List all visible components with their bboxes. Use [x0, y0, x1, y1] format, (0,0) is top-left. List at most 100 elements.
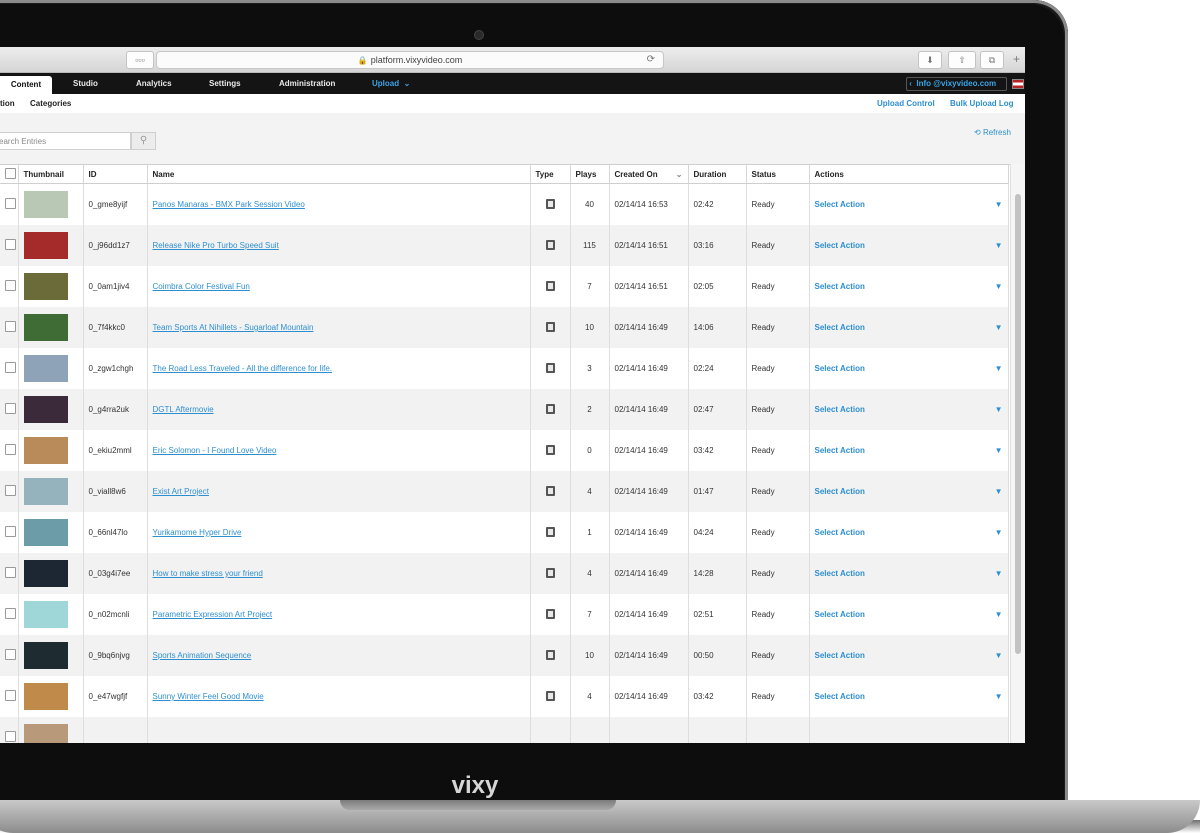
entry-name-link[interactable]: Yurikamome Hyper Drive	[153, 528, 242, 537]
entry-name-link[interactable]: Panos Manaras - BMX Park Session Video	[153, 200, 305, 209]
row-checkbox[interactable]	[5, 198, 16, 209]
entry-name-link[interactable]: Coimbra Color Festival Fun	[153, 282, 250, 291]
thumbnail-image[interactable]	[23, 478, 68, 505]
thumbnail-image[interactable]	[23, 273, 68, 300]
thumbnail-image[interactable]	[23, 314, 68, 341]
col-status[interactable]: Status	[746, 165, 810, 184]
entry-name-link[interactable]: The Road Less Traveled - All the differe…	[153, 364, 333, 373]
table-row[interactable]: 0_zgw1chgh The Road Less Traveled - All t…	[0, 348, 1009, 389]
table-row[interactable]: 0_66nl47lo Yurikamome Hyper Drive 1 02/14/1…	[0, 512, 1009, 553]
thumbnail-image[interactable]	[23, 560, 68, 587]
thumbnail-image[interactable]	[23, 191, 68, 218]
table-row[interactable]: 0_viall8w6 Exist Art Project 4 02/14/14 16:…	[0, 471, 1009, 512]
select-action-dropdown[interactable]: Select Action ▼	[809, 307, 1009, 348]
select-action-dropdown[interactable]: Select Action ▼	[809, 348, 1009, 389]
row-checkbox[interactable]	[5, 403, 16, 414]
select-action-dropdown[interactable]	[809, 717, 1009, 743]
tab-overview-button[interactable]: ▫▫▫	[126, 51, 154, 69]
select-action-dropdown[interactable]: Select Action ▼	[809, 183, 1009, 225]
table-row[interactable]: 0_0am1jiv4 Coimbra Color Festival Fun 7 02/…	[0, 266, 1009, 307]
entry-name-link[interactable]: Eric Solomon - I Found Love Video	[153, 446, 277, 455]
select-action-dropdown[interactable]: Select Action ▼	[809, 266, 1009, 307]
table-row[interactable]: 0_g4rra2uk DGTL Aftermovie 2 02/14/14 16:49…	[0, 389, 1009, 430]
vertical-scrollbar[interactable]	[1010, 164, 1025, 743]
address-bar[interactable]: 🔒 platform.vixyvideo.com ⟳	[156, 51, 664, 69]
row-checkbox[interactable]	[5, 444, 16, 455]
entry-name-link[interactable]: Sports Animation Sequence	[153, 651, 252, 660]
col-id[interactable]: ID	[83, 165, 148, 184]
tabs-icon[interactable]: ⧉	[980, 51, 1004, 69]
subnav-item-categories[interactable]: Categories	[30, 94, 71, 113]
row-checkbox[interactable]	[5, 567, 16, 578]
col-created-on[interactable]: Created On ⌄	[609, 165, 689, 184]
select-action-dropdown[interactable]: Select Action ▼	[809, 389, 1009, 430]
entry-name-link[interactable]: Release Nike Pro Turbo Speed Suit	[153, 241, 279, 250]
select-action-dropdown[interactable]: Select Action ▼	[809, 471, 1009, 512]
flag-icon[interactable]	[1012, 79, 1024, 89]
entry-name-link[interactable]: Exist Art Project	[153, 487, 209, 496]
table-row[interactable]: 0_7f4kkc0 Team Sports At Nihillets - Suga…	[0, 307, 1009, 348]
search-input[interactable]: earch Entries	[0, 132, 131, 150]
row-checkbox[interactable]	[5, 321, 16, 332]
thumbnail-image[interactable]	[23, 437, 68, 464]
row-checkbox[interactable]	[5, 280, 16, 291]
subnav-item-partial[interactable]: tion	[0, 94, 15, 113]
table-row[interactable]: 0_03g4i7ee How to make stress your friend…	[0, 553, 1009, 594]
select-action-dropdown[interactable]: Select Action ▼	[809, 635, 1009, 676]
col-type[interactable]: Type	[530, 165, 571, 184]
bulk-upload-log-link[interactable]: Bulk Upload Log	[950, 94, 1014, 113]
select-action-dropdown[interactable]: Select Action ▼	[809, 553, 1009, 594]
select-action-dropdown[interactable]: Select Action ▼	[809, 594, 1009, 635]
new-tab-icon[interactable]: +	[1013, 52, 1020, 66]
tab-content[interactable]: Content	[0, 76, 52, 94]
tab-upload[interactable]: Upload ⌄	[372, 73, 410, 94]
col-duration[interactable]: Duration	[688, 165, 747, 184]
reload-icon[interactable]: ⟳	[647, 52, 655, 68]
select-action-dropdown[interactable]: Select Action ▼	[809, 225, 1009, 266]
row-checkbox[interactable]	[5, 485, 16, 496]
thumbnail-image[interactable]	[23, 232, 68, 259]
col-plays[interactable]: Plays	[570, 165, 610, 184]
tab-settings[interactable]: Settings	[209, 73, 241, 94]
thumbnail-image[interactable]	[23, 683, 68, 710]
entry-name-link[interactable]: How to make stress your friend	[153, 569, 263, 578]
tab-administration[interactable]: Administration	[279, 73, 335, 94]
table-row[interactable]: 0_9bq6njvg Sports Animation Sequence 10 02/…	[0, 635, 1009, 676]
upload-control-link[interactable]: Upload Control	[877, 94, 935, 113]
tab-studio[interactable]: Studio	[73, 73, 98, 94]
entry-name-link[interactable]: Parametric Expression Art Project	[153, 610, 273, 619]
table-row[interactable]: 0_ekiu2mml Eric Solomon - I Found Love Vi…	[0, 430, 1009, 471]
row-checkbox[interactable]	[5, 690, 16, 701]
table-row[interactable]: 0_gme8yijf Panos Manaras - BMX Park Sessi…	[0, 183, 1009, 225]
download-icon[interactable]: ⬇	[918, 51, 942, 69]
table-row[interactable]: 0_e47wgfjf Sunny Winter Feel Good Movie 4 0…	[0, 676, 1009, 717]
thumbnail-image[interactable]	[23, 396, 68, 423]
row-checkbox[interactable]	[5, 731, 16, 742]
account-menu[interactable]: ‹ Info @vixyvideo.com	[906, 77, 1007, 91]
row-checkbox[interactable]	[5, 608, 16, 619]
table-row[interactable]	[0, 717, 1009, 743]
entry-name-link[interactable]: Sunny Winter Feel Good Movie	[153, 692, 264, 701]
row-checkbox[interactable]	[5, 239, 16, 250]
select-action-dropdown[interactable]: Select Action ▼	[809, 676, 1009, 717]
scrollbar-thumb[interactable]	[1015, 194, 1021, 654]
search-icon[interactable]: ⚲	[131, 132, 156, 150]
thumbnail-image[interactable]	[23, 601, 68, 628]
table-row[interactable]: 0_n02mcnli Parametric Expression Art Proj…	[0, 594, 1009, 635]
select-action-dropdown[interactable]: Select Action ▼	[809, 512, 1009, 553]
table-row[interactable]: 0_j96dd1z7 Release Nike Pro Turbo Speed S…	[0, 225, 1009, 266]
select-all-checkbox[interactable]	[5, 167, 16, 179]
entry-name-link[interactable]: DGTL Aftermovie	[153, 405, 214, 414]
thumbnail-image[interactable]	[23, 724, 68, 743]
col-name[interactable]: Name	[147, 165, 531, 184]
row-checkbox[interactable]	[5, 526, 16, 537]
row-checkbox[interactable]	[5, 362, 16, 373]
tab-analytics[interactable]: Analytics	[136, 73, 172, 94]
thumbnail-image[interactable]	[23, 519, 68, 546]
row-checkbox[interactable]	[5, 649, 16, 660]
select-action-dropdown[interactable]: Select Action ▼	[809, 430, 1009, 471]
share-icon[interactable]: ⇧	[948, 51, 976, 69]
refresh-button[interactable]: ⟲ Refresh	[974, 128, 1011, 137]
thumbnail-image[interactable]	[23, 642, 68, 669]
entry-name-link[interactable]: Team Sports At Nihillets - Sugarloaf Mou…	[153, 323, 314, 332]
